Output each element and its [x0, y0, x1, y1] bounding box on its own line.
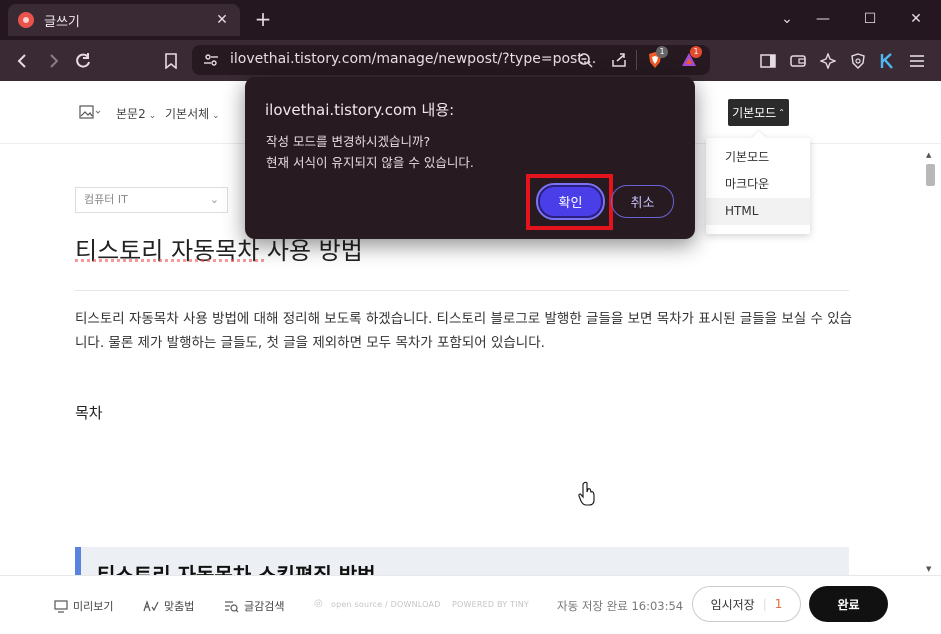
- forward-icon[interactable]: [42, 50, 64, 72]
- scroll-up-icon[interactable]: ▲: [926, 151, 931, 159]
- dialog-message-line2: 현재 서식이 유지되지 않을 수 있습니다.: [266, 155, 474, 170]
- preview-button[interactable]: 미리보기: [54, 598, 113, 614]
- open-source-icon: ◎: [314, 598, 323, 609]
- mode-option-markdown[interactable]: 마크다운: [706, 171, 810, 198]
- font-label: 기본서체: [165, 107, 210, 121]
- leo-ai-icon[interactable]: [817, 50, 839, 72]
- chevron-down-icon: ⌄: [209, 111, 220, 121]
- chevron-down-icon: ⌄: [145, 111, 157, 121]
- spellcheck-underline: [75, 259, 265, 262]
- new-tab-icon[interactable]: +: [252, 8, 274, 30]
- editor-mode-label: 기본모드: [732, 106, 777, 120]
- menu-icon[interactable]: [906, 50, 928, 72]
- preview-label: 미리보기: [73, 600, 114, 613]
- tab-close-icon[interactable]: ✕: [214, 12, 230, 28]
- spellcheck-button[interactable]: 맞춤법: [143, 598, 194, 614]
- category-label: 컴퓨터 IT: [84, 193, 128, 206]
- dropdown-arrow: [751, 130, 767, 146]
- open-source-link[interactable]: open source / DOWNLOAD: [331, 600, 441, 609]
- post-heading-block[interactable]: 티스토리 자동목차 스킨편집 방법: [75, 547, 849, 575]
- scroll-down-icon[interactable]: ▼: [926, 565, 931, 573]
- spellcheck-icon: [143, 599, 159, 611]
- editor-bottom-bar: 미리보기 맞춤법 글감검색 ◎ open source / DOWNLOAD P…: [0, 575, 941, 634]
- browser-tab-bar: 글쓰기 ✕ + ⌄ — ☐ ✕: [0, 0, 941, 40]
- tab-title: 글쓰기: [44, 14, 80, 30]
- search-doc-icon: [225, 600, 239, 612]
- scroll-thumb[interactable]: [926, 164, 935, 186]
- font-select[interactable]: 기본서체 ⌄: [165, 105, 220, 122]
- powered-by-tiny: POWERED BY TINY: [452, 600, 529, 609]
- title-divider: [75, 290, 849, 291]
- dialog-title: ilovethai.tistory.com 내용:: [265, 101, 455, 119]
- tab-search-chevron-icon[interactable]: ⌄: [776, 8, 798, 30]
- chevron-down-icon: ⌄: [209, 193, 219, 206]
- back-icon[interactable]: [12, 50, 34, 72]
- editor-mode-button[interactable]: 기본모드 ⌃: [728, 99, 789, 126]
- material-search-label: 글감검색: [244, 600, 285, 613]
- share-icon[interactable]: [608, 49, 630, 71]
- reload-icon[interactable]: [72, 50, 94, 72]
- browser-tab[interactable]: 글쓰기 ✕: [8, 4, 240, 36]
- spellcheck-label: 맞춤법: [164, 600, 195, 613]
- category-select[interactable]: 컴퓨터 IT ⌄: [75, 187, 228, 213]
- draft-save-label: 임시저장: [710, 597, 755, 612]
- confirm-button[interactable]: 확인: [536, 183, 605, 220]
- toc-label[interactable]: 목차: [75, 402, 103, 423]
- extension-k-icon[interactable]: [876, 50, 898, 72]
- brave-rewards-icon[interactable]: 1: [678, 46, 702, 71]
- mode-option-html[interactable]: HTML: [706, 198, 810, 225]
- hand-cursor-icon: [578, 481, 596, 511]
- confirm-dialog: ilovethai.tistory.com 내용: 작성 모드를 변경하시겠습니…: [245, 77, 695, 239]
- post-heading-text: 티스토리 자동목차 스킨편집 방법: [97, 563, 376, 575]
- mode-option-basic[interactable]: 기본모드: [706, 144, 810, 171]
- draft-count[interactable]: 1: [775, 597, 783, 611]
- brave-shields-icon[interactable]: 1: [644, 46, 668, 71]
- rewards-count-badge: 1: [690, 46, 702, 58]
- material-search-button[interactable]: 글감검색: [224, 598, 284, 614]
- page-scrollbar[interactable]: ▲ ▼: [923, 151, 937, 575]
- zoom-icon[interactable]: [574, 49, 596, 71]
- chevron-up-icon: ⌃: [778, 108, 785, 117]
- bookmark-icon[interactable]: [160, 50, 182, 72]
- shields-count-badge: 1: [656, 46, 668, 58]
- draft-separator: |: [762, 597, 767, 611]
- dialog-message: 작성 모드를 변경하시겠습니까? 현재 서식이 유지되지 않을 수 있습니다.: [266, 131, 474, 173]
- draft-save-button[interactable]: 임시저장 | 1: [692, 586, 801, 622]
- paragraph-style-select[interactable]: 본문2 ⌄: [116, 105, 156, 122]
- url-divider: [636, 50, 637, 70]
- browser-toolbar: ilovethai.tistory.com/manage/newpost/?ty…: [0, 40, 941, 81]
- close-window-icon[interactable]: ✕: [905, 8, 927, 30]
- insert-image-icon[interactable]: [79, 104, 101, 123]
- cancel-button[interactable]: 취소: [611, 185, 674, 218]
- url-text: ilovethai.tistory.com/manage/newpost/?ty…: [230, 51, 597, 67]
- sidebar-toggle-icon[interactable]: [757, 50, 779, 72]
- address-bar[interactable]: ilovethai.tistory.com/manage/newpost/?ty…: [192, 45, 710, 75]
- paragraph-style-label: 본문2: [116, 107, 146, 121]
- wallet-icon[interactable]: [787, 50, 809, 72]
- dialog-message-line1: 작성 모드를 변경하시겠습니까?: [266, 134, 431, 149]
- tistory-favicon-icon: [18, 12, 34, 28]
- maximize-icon[interactable]: ☐: [859, 8, 881, 30]
- publish-done-button[interactable]: 완료: [809, 586, 888, 622]
- vpn-icon[interactable]: [847, 50, 869, 72]
- post-body-paragraph[interactable]: 티스토리 자동목차 사용 방법에 대해 정리해 보도록 하겠습니다. 티스토리 …: [75, 307, 853, 355]
- editor-mode-dropdown: 기본모드 마크다운 HTML: [706, 130, 810, 234]
- autosave-status: 자동 저장 완료 16:03:54: [557, 599, 684, 613]
- site-settings-icon[interactable]: [200, 49, 222, 71]
- monitor-icon: [54, 599, 68, 613]
- minimize-icon[interactable]: —: [812, 8, 834, 30]
